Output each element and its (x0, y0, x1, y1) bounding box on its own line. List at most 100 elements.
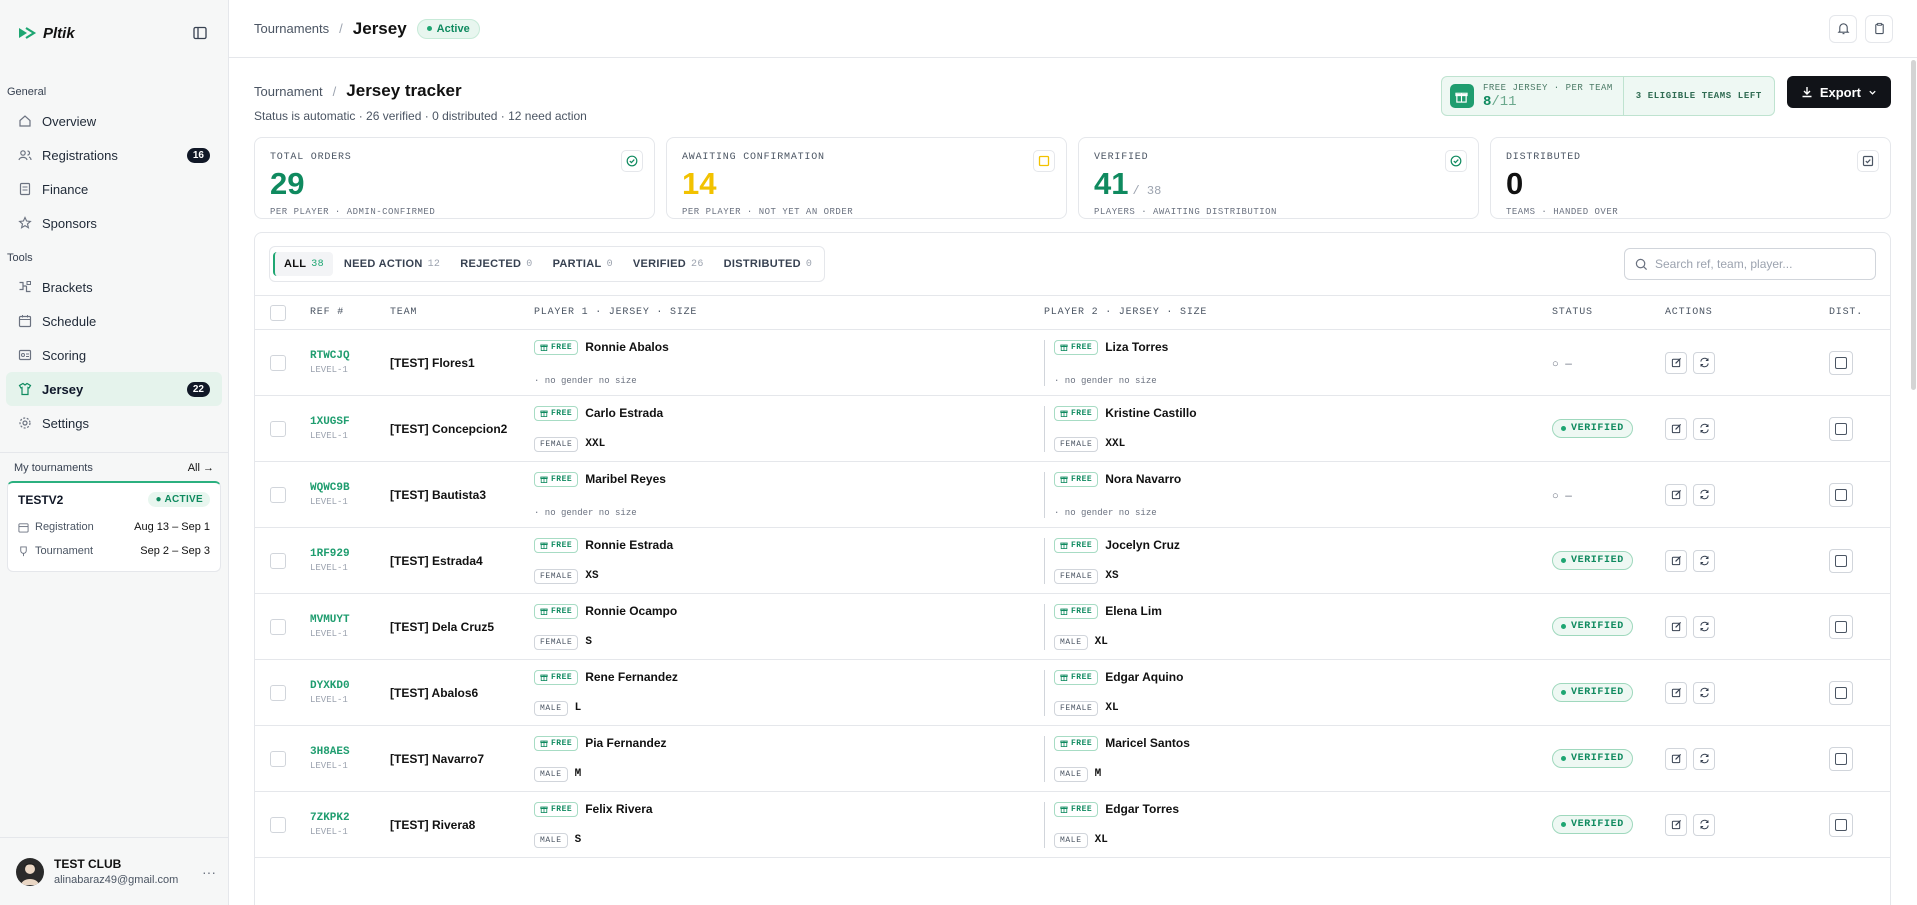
row-checkbox[interactable] (270, 552, 286, 569)
stat-subtitle: PLAYERS · AWAITING DISTRIBUTION (1094, 207, 1277, 217)
edit-button[interactable] (1665, 681, 1687, 704)
table-row[interactable]: WQWC9B LEVEL-1 [TEST] Bautista3 FREE Marib… (255, 462, 1890, 528)
swap-button[interactable] (1693, 747, 1715, 770)
table-row[interactable]: 1XUGSF LEVEL-1 [TEST] Concepcion2 FREE Car… (255, 396, 1890, 462)
status-badge: VERIFIED (1552, 815, 1633, 834)
tab-all[interactable]: ALL 38 (273, 252, 333, 276)
export-button[interactable]: Export (1786, 76, 1891, 108)
ref-code[interactable]: RTWCJQ (310, 350, 390, 362)
distributed-checkbox[interactable] (1829, 812, 1853, 837)
count-badge: 16 (186, 147, 210, 163)
distributed-checkbox[interactable] (1829, 680, 1853, 705)
row-checkbox[interactable] (270, 684, 286, 701)
edit-button[interactable] (1665, 351, 1687, 374)
tab-distributed[interactable]: DISTRIBUTED 0 (715, 252, 822, 276)
player-name: Liza Torres (1105, 340, 1169, 354)
row-checkbox[interactable] (270, 750, 286, 767)
sidebar-item-schedule[interactable]: Schedule (6, 304, 222, 338)
edit-button[interactable] (1665, 483, 1687, 506)
status-badge: VERIFIED (1552, 683, 1633, 702)
player-cell: FREE Kristine Castillo FEMALE XXL (1044, 405, 1552, 452)
sidebar-item-jersey[interactable]: Jersey 22 (6, 372, 222, 406)
row-checkbox[interactable] (270, 420, 286, 437)
sidebar-item-brackets[interactable]: Brackets (6, 270, 222, 304)
tab-need-action[interactable]: NEED ACTION 12 (335, 252, 449, 276)
toggle-sidebar-icon[interactable] (188, 21, 212, 45)
notifications-button[interactable] (1829, 14, 1857, 43)
player-cell: FREE Edgar Torres MALE XL (1044, 801, 1552, 848)
tab-label: REJECTED (460, 258, 522, 270)
chevron-down-icon (1869, 90, 1876, 95)
tab-rejected[interactable]: REJECTED 0 (451, 252, 541, 276)
ref-code[interactable]: 1XUGSF (310, 416, 390, 428)
distributed-checkbox[interactable] (1829, 482, 1853, 507)
tab-count: 38 (311, 258, 324, 270)
edit-icon (1671, 423, 1681, 434)
jersey-size: XS (585, 570, 599, 582)
tab-verified[interactable]: VERIFIED 26 (624, 252, 713, 276)
ref-code[interactable]: DYXKD0 (310, 680, 390, 692)
edit-button[interactable] (1665, 615, 1687, 638)
distributed-checkbox[interactable] (1829, 350, 1853, 375)
edit-button[interactable] (1665, 813, 1687, 836)
row-checkbox[interactable] (270, 816, 286, 833)
edit-button[interactable] (1665, 549, 1687, 572)
tab-partial[interactable]: PARTIAL 0 (544, 252, 622, 276)
ref-code[interactable]: 3H8AES (310, 746, 390, 758)
edit-button[interactable] (1665, 747, 1687, 770)
table-row[interactable]: 7ZKPK2 LEVEL-1 [TEST] Rivera8 FREE Felix R… (255, 792, 1890, 858)
ref-level: LEVEL-1 (310, 563, 348, 573)
swap-button[interactable] (1693, 681, 1715, 704)
sidebar-item-registrations[interactable]: Registrations 16 (6, 138, 222, 172)
tracker-breadcrumb-separator: / (332, 84, 337, 99)
ref-code[interactable]: MVMUYT (310, 614, 390, 626)
sidebar-item-scoring[interactable]: Scoring (6, 338, 222, 372)
distributed-checkbox[interactable] (1829, 548, 1853, 573)
sidebar-item-sponsors[interactable]: Sponsors (6, 206, 222, 240)
swap-button[interactable] (1693, 417, 1715, 440)
search-box[interactable] (1624, 248, 1876, 280)
select-all-checkbox[interactable] (270, 304, 286, 321)
all-tournaments-link[interactable]: All → (188, 462, 214, 474)
swap-button[interactable] (1693, 549, 1715, 572)
swap-button[interactable] (1693, 483, 1715, 506)
edit-button[interactable] (1665, 417, 1687, 440)
table-row[interactable]: 1RF929 LEVEL-1 [TEST] Estrada4 FREE Ronnie… (255, 528, 1890, 594)
app-logo[interactable]: Pltik (18, 25, 75, 42)
gift-icon (540, 343, 548, 351)
no-size-note: · no gender no size (534, 507, 637, 518)
tournament-card[interactable]: TESTV2 ● ACTIVE Registration Aug 13 – Se… (7, 481, 221, 572)
sidebar-item-settings[interactable]: Settings (6, 406, 222, 440)
clipboard-button[interactable] (1865, 14, 1893, 43)
table-row[interactable]: MVMUYT LEVEL-1 [TEST] Dela Cruz5 FREE Ronn… (255, 594, 1890, 660)
distributed-checkbox[interactable] (1829, 746, 1853, 771)
topbar: Tournaments / Jersey Active (229, 0, 1917, 58)
stat-label: VERIFIED (1094, 152, 1149, 163)
ref-code[interactable]: 1RF929 (310, 548, 390, 560)
row-checkbox[interactable] (270, 486, 286, 503)
distributed-checkbox[interactable] (1829, 416, 1853, 441)
swap-button[interactable] (1693, 351, 1715, 374)
user-profile[interactable]: TEST CLUB alinabaraz49@gmail.com ··· (0, 837, 228, 905)
swap-button[interactable] (1693, 813, 1715, 836)
swap-button[interactable] (1693, 615, 1715, 638)
sidebar-item-label: Finance (42, 181, 89, 197)
ref-code[interactable]: WQWC9B (310, 482, 390, 494)
table-row[interactable]: RTWCJQ LEVEL-1 [TEST] Flores1 FREE Ronnie … (255, 330, 1890, 396)
breadcrumb-tournaments[interactable]: Tournaments (254, 21, 329, 36)
ref-code[interactable]: 7ZKPK2 (310, 812, 390, 824)
table-row[interactable]: DYXKD0 LEVEL-1 [TEST] Abalos6 FREE Rene Fe… (255, 660, 1890, 726)
search-input[interactable] (1655, 257, 1865, 271)
ref-level: LEVEL-1 (310, 497, 348, 507)
row-checkbox[interactable] (270, 354, 286, 371)
no-size-note: · no gender no size (534, 375, 637, 386)
tracker-breadcrumb[interactable]: Tournament (254, 84, 323, 99)
sidebar-item-finance[interactable]: Finance (6, 172, 222, 206)
distributed-checkbox[interactable] (1829, 614, 1853, 639)
row-checkbox[interactable] (270, 618, 286, 635)
more-options-icon[interactable]: ··· (202, 864, 216, 880)
team-name: [TEST] Bautista3 (390, 487, 487, 502)
sidebar-item-overview[interactable]: Overview (6, 104, 222, 138)
table-row[interactable]: 3H8AES LEVEL-1 [TEST] Navarro7 FREE Pia Fe… (255, 726, 1890, 792)
page-scrollbar[interactable] (1911, 60, 1916, 390)
